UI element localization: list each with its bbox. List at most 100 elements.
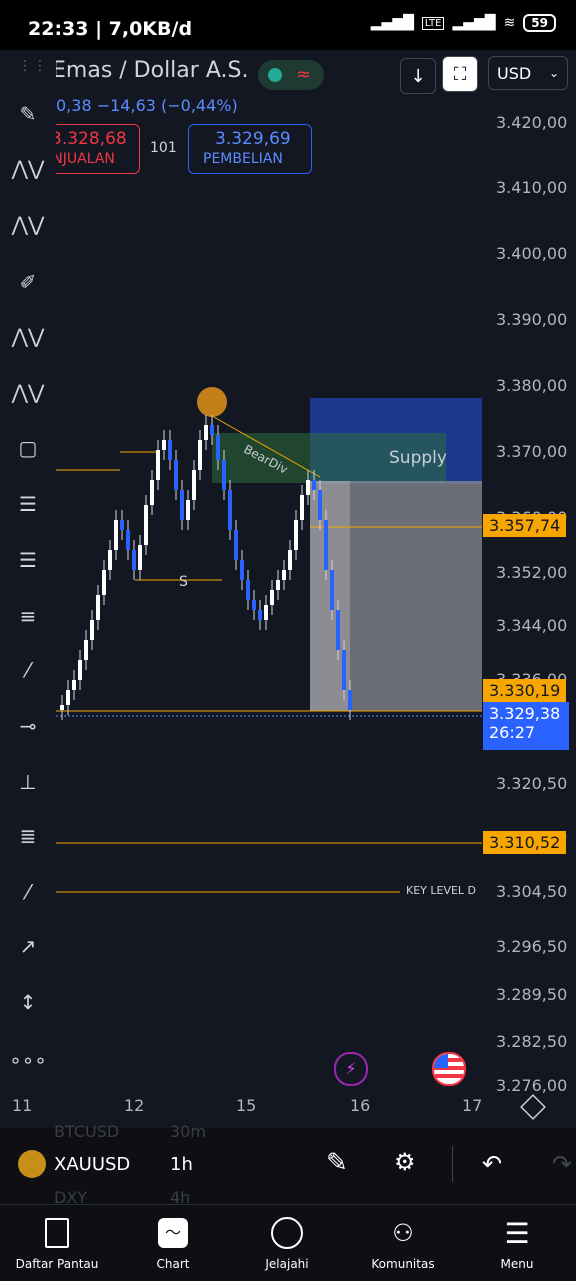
fib-retracement-tool-icon[interactable]: ≡	[6, 596, 50, 636]
candle-body	[330, 570, 334, 610]
price-tag-2: 3.330,19	[483, 679, 567, 702]
chart-area[interactable]: Emas / Dollar A.S. ≈ ↓ ⛶ USD ⌄ 0,38 −14,…	[0, 50, 576, 1128]
symbol-name[interactable]: XAUUSD	[54, 1154, 130, 1175]
drag-handle-icon[interactable]: ⋮⋮	[18, 58, 48, 74]
buy-button[interactable]: 3.329,69 PEMBELIAN	[188, 124, 312, 174]
time-axis-label: 12	[124, 1096, 145, 1115]
candle-body	[240, 560, 244, 580]
candle-body	[186, 500, 190, 520]
candle-body	[138, 545, 142, 570]
parallel-channel-tool-icon[interactable]: ☰	[6, 484, 50, 524]
chart-canvas[interactable]	[0, 50, 576, 1128]
candle-body	[258, 610, 262, 620]
path-tool-icon[interactable]: ↗	[6, 926, 50, 966]
symbol-bar: BTCUSD 30m XAUUSD 1h DXY 4h ✎ ⚙ ↶ ↷	[0, 1122, 576, 1207]
time-axis-label: 15	[236, 1096, 257, 1115]
price-axis-label: 3.320,50	[496, 774, 568, 793]
download-button[interactable]: ↓	[400, 58, 436, 94]
lightning-icon[interactable]: ⚡	[334, 1052, 368, 1086]
ray-tool-icon[interactable]: ⁄	[6, 872, 50, 912]
abc-pattern-tool-icon[interactable]: ⋀⋁	[6, 372, 50, 412]
arrow-down-icon: ↓	[410, 65, 426, 87]
buy-price: 3.329,69	[215, 129, 291, 149]
time-axis-label: 16	[350, 1096, 371, 1115]
us-flag-icon[interactable]	[432, 1052, 466, 1086]
nav-label: Jelajahi	[265, 1257, 309, 1271]
more-tools-icon[interactable]: ∘∘∘	[6, 1040, 50, 1080]
fullscreen-button[interactable]: ⛶	[442, 56, 478, 92]
redo-icon[interactable]: ↷	[552, 1150, 572, 1178]
undo-icon[interactable]: ↶	[482, 1150, 502, 1178]
candle-body	[228, 490, 232, 530]
candle-body	[306, 480, 310, 495]
market-status-badge[interactable]: ≈	[258, 60, 324, 90]
candle-body	[144, 505, 148, 545]
signal-marker	[197, 387, 227, 417]
horizontal-ray-tool-icon[interactable]: ⊸	[6, 706, 50, 746]
indicator-settings-icon[interactable]: ⚙	[394, 1148, 416, 1176]
nav-explore[interactable]: Jelajahi	[232, 1205, 342, 1281]
price-axis-label: 3.296,50	[496, 937, 568, 956]
draw-pencil-icon[interactable]: ✎	[326, 1148, 348, 1178]
watchlist-icon	[2, 1215, 112, 1251]
trend-line-tool-icon[interactable]: ⁄	[6, 650, 50, 690]
currency-select[interactable]: USD ⌄	[488, 56, 568, 90]
nav-label: Daftar Pantau	[15, 1257, 99, 1271]
regression-tool-icon[interactable]: ☰	[6, 540, 50, 580]
price-tag-1: 3.357,74	[483, 514, 567, 537]
price-axis-label: 3.352,00	[496, 563, 568, 582]
elliott-wave-tool-icon[interactable]: ⋀⋁	[6, 204, 50, 244]
candle-body	[132, 550, 136, 570]
status-bar: 22:33 | 7,0KB/d ▂▄▆█ LTE ▂▄▆█ ≋ 59	[0, 0, 576, 50]
candle-body	[126, 530, 130, 550]
abcd-pattern-tool-icon[interactable]: ⋀⋁	[6, 316, 50, 356]
candle-body	[216, 435, 220, 460]
signal-icon-2: ▂▄▆█	[452, 15, 496, 31]
interval-select[interactable]: 1h	[170, 1154, 193, 1175]
currency-label: USD	[497, 63, 532, 83]
candle-body	[174, 460, 178, 490]
price-axis-label: 3.282,50	[496, 1032, 568, 1051]
price-axis-label: 3.304,50	[496, 882, 568, 901]
candle-body	[66, 690, 70, 705]
nav-menu[interactable]: ☰ Menu	[462, 1205, 572, 1281]
candle-body	[114, 520, 118, 550]
wifi-icon: ≋	[503, 15, 516, 31]
brush-tool-icon[interactable]: ✎	[6, 94, 50, 134]
nav-label: Menu	[500, 1257, 534, 1271]
rectangle-tool-icon[interactable]: ▢	[6, 428, 50, 468]
candle-body	[336, 610, 340, 650]
current-price-tag: 3.329,38 26:27	[483, 702, 569, 750]
price-axis-label: 3.420,00	[496, 113, 568, 132]
fullscreen-icon: ⛶	[453, 63, 467, 85]
fib-fan-tool-icon[interactable]: ≣	[6, 816, 50, 856]
nav-community[interactable]: ⚇ Komunitas	[348, 1205, 458, 1281]
candle-body	[108, 550, 112, 570]
price-axis-label: 3.289,50	[496, 985, 568, 1004]
candle-body	[96, 595, 100, 620]
candle-body	[246, 580, 250, 600]
price-axis-label: 3.276,00	[496, 1076, 568, 1095]
candle-body	[276, 580, 280, 590]
price-tag-3: 3.310,52	[483, 831, 567, 854]
candle-body	[72, 680, 76, 690]
wave-pattern-tool-icon[interactable]: ⋀⋁	[6, 148, 50, 188]
symbol-title[interactable]: Emas / Dollar A.S.	[52, 58, 248, 83]
nav-chart[interactable]: 〜 Chart	[118, 1205, 228, 1281]
nav-label: Chart	[156, 1257, 190, 1271]
spread-value: 101	[150, 140, 177, 156]
candle-body	[150, 480, 154, 505]
candle-body	[324, 520, 328, 570]
vertical-line-tool-icon[interactable]: ⊥	[6, 762, 50, 802]
bottom-nav: Daftar Pantau 〜 Chart Jelajahi ⚇ Komunit…	[0, 1204, 576, 1281]
support-label: S	[179, 574, 188, 590]
price-axis-label: 3.400,00	[496, 244, 568, 263]
gold-icon	[18, 1150, 46, 1178]
nav-watchlist[interactable]: Daftar Pantau	[2, 1205, 112, 1281]
candle-body	[288, 550, 292, 570]
pencil-tool-icon[interactable]: ✐	[6, 262, 50, 302]
candle-body	[90, 620, 94, 640]
measure-tool-icon[interactable]: ↕	[6, 982, 50, 1022]
candle-body	[204, 425, 208, 440]
candle-body	[222, 460, 226, 490]
